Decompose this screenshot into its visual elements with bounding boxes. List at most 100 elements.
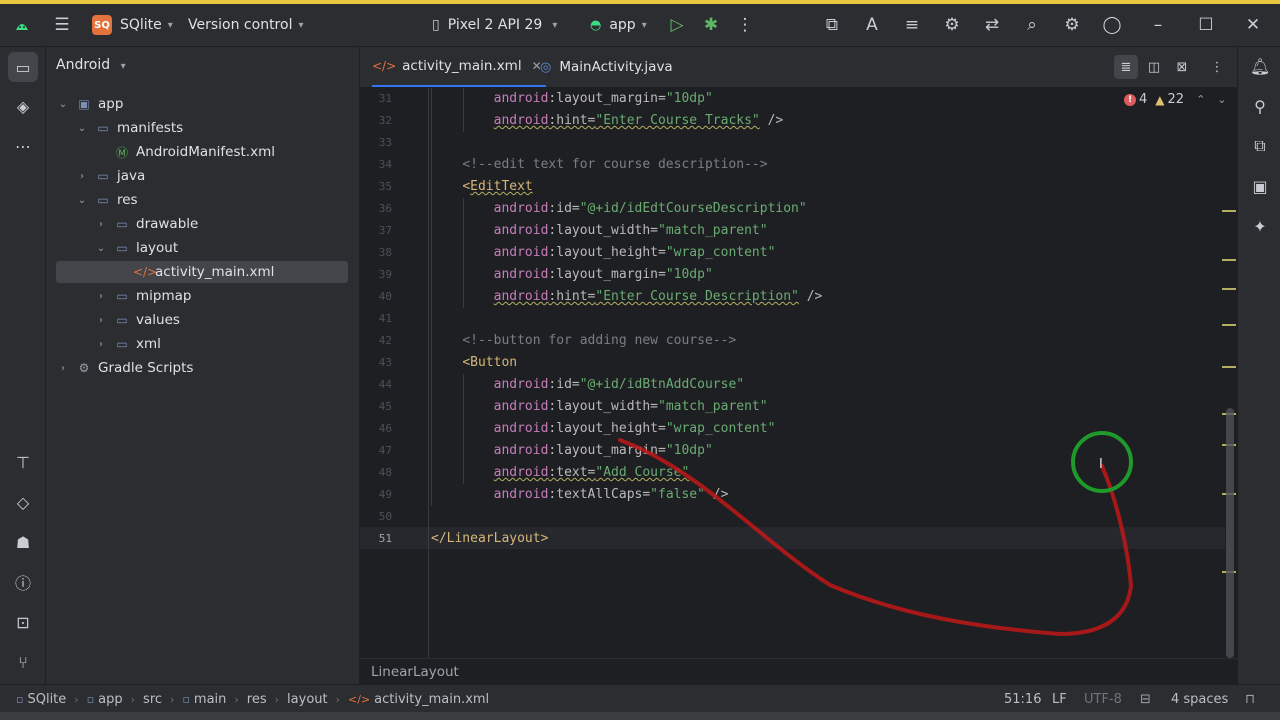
- sync-icon[interactable]: ≡: [896, 8, 928, 42]
- status-breadcrumb-item[interactable]: res: [247, 692, 267, 707]
- chevron-down-icon[interactable]: ⌄: [56, 99, 70, 110]
- design-view-icon[interactable]: ⊠: [1170, 55, 1194, 79]
- code-line[interactable]: <Button: [431, 352, 517, 374]
- indent-setting[interactable]: 4 spaces: [1171, 685, 1228, 713]
- running-devices-icon[interactable]: ▣: [1245, 171, 1275, 201]
- tab-main-activity[interactable]: ◎ MainActivity.java: [540, 47, 673, 87]
- editor-scrollbar[interactable]: [1226, 408, 1234, 658]
- code-line[interactable]: android:layout_margin="10dp": [431, 440, 713, 462]
- code-line[interactable]: android:textAllCaps="false" />: [431, 484, 729, 506]
- minimize-icon[interactable]: –: [1142, 8, 1174, 42]
- tree-item[interactable]: › ⚙ Gradle Scripts: [56, 357, 348, 379]
- chevron-right-icon[interactable]: ›: [94, 219, 108, 230]
- next-highlight-icon[interactable]: ⌄: [1217, 93, 1226, 106]
- run-config-selector[interactable]: ◓ app ▾: [590, 4, 647, 46]
- maximize-icon[interactable]: ☐: [1190, 8, 1222, 42]
- code-line[interactable]: android:layout_margin="10dp": [431, 264, 713, 286]
- code-view-icon[interactable]: ≣: [1114, 55, 1138, 79]
- gradle-panel-icon[interactable]: ⚲: [1245, 91, 1275, 121]
- tree-item[interactable]: </> activity_main.xml: [56, 261, 348, 283]
- tab-activity-main[interactable]: </> activity_main.xml ✕: [372, 47, 546, 87]
- main-menu-icon[interactable]: ☰: [46, 8, 78, 42]
- tree-item[interactable]: › ▭ values: [56, 309, 348, 331]
- tree-item[interactable]: ⌄ ▭ res: [56, 189, 348, 211]
- logcat-icon[interactable]: ☗: [8, 527, 38, 557]
- resource-manager-icon[interactable]: ◈: [8, 91, 38, 121]
- chevron-down-icon[interactable]: ⌄: [75, 123, 89, 134]
- build-icon[interactable]: ⊤: [8, 447, 38, 477]
- code-line[interactable]: android:hint="Enter Course Description" …: [431, 286, 823, 308]
- close-icon[interactable]: ✕: [1237, 8, 1269, 42]
- debug-icon[interactable]: ✱: [695, 8, 727, 42]
- tree-item[interactable]: › ▭ xml: [56, 333, 348, 355]
- status-breadcrumb-item[interactable]: </> activity_main.xml: [348, 692, 489, 707]
- code-line[interactable]: android:hint="Enter Course Tracks" />: [431, 110, 784, 132]
- run-icon[interactable]: ▷: [661, 8, 693, 42]
- tree-item[interactable]: › ▭ drawable: [56, 213, 348, 235]
- account-icon[interactable]: ◯: [1096, 8, 1128, 42]
- lock-icon[interactable]: ⊓: [1245, 685, 1255, 713]
- tree-item[interactable]: ⌄ ▣ app: [56, 93, 348, 115]
- chevron-down-icon[interactable]: ⌄: [94, 243, 108, 254]
- chevron-right-icon[interactable]: ›: [75, 171, 89, 182]
- gemini-icon[interactable]: ✦: [1245, 211, 1275, 241]
- device-selector[interactable]: ▯ Pixel 2 API 29 ▾: [432, 4, 557, 46]
- code-line[interactable]: android:id="@+id/idEdtCourseDescription": [431, 198, 807, 220]
- editor-breadcrumb[interactable]: LinearLayout: [371, 664, 459, 680]
- status-breadcrumb-item[interactable]: src: [143, 692, 162, 707]
- status-breadcrumb-item[interactable]: layout: [287, 692, 328, 707]
- split-view-icon[interactable]: ◫: [1142, 55, 1166, 79]
- code-line[interactable]: </LinearLayout>: [431, 528, 548, 550]
- translate-icon[interactable]: A: [856, 8, 888, 42]
- previous-highlight-icon[interactable]: ⌃: [1196, 93, 1205, 106]
- inspection-widget[interactable]: ! 4 ▲ 22 ⌃ ⌄: [1124, 92, 1227, 107]
- project-view-selector[interactable]: Android ▾: [56, 57, 126, 73]
- code-line[interactable]: android:layout_width="match_parent": [431, 396, 768, 418]
- device-explorer-icon[interactable]: ⧉: [1245, 131, 1275, 161]
- vcs-selector[interactable]: Version control ▾: [188, 4, 304, 46]
- terminal-icon[interactable]: ⊡: [8, 607, 38, 637]
- tree-item[interactable]: ⌄ ▭ manifests: [56, 117, 348, 139]
- tree-item[interactable]: ⌄ ▭ layout: [56, 237, 348, 259]
- project-selector[interactable]: SQ SQlite ▾: [92, 4, 173, 46]
- sdk-manager-icon[interactable]: ⇄: [976, 8, 1008, 42]
- app-quality-icon[interactable]: ◇: [8, 487, 38, 517]
- file-encoding[interactable]: UTF-8: [1084, 685, 1122, 713]
- readonly-toggle-icon[interactable]: ⊟: [1140, 685, 1151, 713]
- tree-item[interactable]: › ▭ mipmap: [56, 285, 348, 307]
- code-line[interactable]: android:layout_height="wrap_content": [431, 242, 776, 264]
- tree-item[interactable]: Ⓜ AndroidManifest.xml: [56, 141, 348, 163]
- warning-marker[interactable]: [1222, 324, 1236, 326]
- more-actions-icon[interactable]: ⋮: [729, 8, 761, 42]
- code-line[interactable]: android:layout_width="match_parent": [431, 220, 768, 242]
- chevron-right-icon[interactable]: ›: [94, 315, 108, 326]
- notifications-icon[interactable]: 🔔︎: [1245, 51, 1275, 81]
- status-breadcrumb-item[interactable]: ▫ app: [87, 692, 123, 707]
- code-line[interactable]: android:layout_margin="10dp": [431, 88, 713, 110]
- code-editor[interactable]: 31 32 33 34 35 36 37 38 39 40 41 42 43 44 45 46 47 48 49 50…: [360, 88, 1237, 658]
- more-tools-icon[interactable]: ⋯: [8, 131, 38, 161]
- caret-position[interactable]: 51:16: [1004, 685, 1041, 713]
- warning-marker[interactable]: [1222, 259, 1236, 261]
- code-line[interactable]: <!--edit text for course description-->: [431, 154, 767, 176]
- git-icon[interactable]: ⑂: [8, 647, 38, 677]
- problems-icon[interactable]: ⓘ: [8, 567, 38, 597]
- warning-marker[interactable]: [1222, 210, 1236, 212]
- status-breadcrumb-item[interactable]: ▫ SQlite: [16, 692, 66, 707]
- project-folder-icon[interactable]: ▭: [8, 52, 38, 82]
- tab-options-icon[interactable]: ⋮: [1205, 55, 1229, 79]
- gradle-icon[interactable]: ⚙: [936, 8, 968, 42]
- warning-marker[interactable]: [1222, 366, 1236, 368]
- code-line[interactable]: android:text="Add Course": [431, 462, 690, 484]
- chevron-right-icon[interactable]: ›: [94, 339, 108, 350]
- chevron-down-icon[interactable]: ⌄: [75, 195, 89, 206]
- search-icon[interactable]: ⌕: [1016, 8, 1048, 42]
- device-manager-icon[interactable]: ⧉: [816, 8, 848, 42]
- warning-marker[interactable]: [1222, 288, 1236, 290]
- chevron-right-icon[interactable]: ›: [56, 363, 70, 374]
- tree-item[interactable]: › ▭ java: [56, 165, 348, 187]
- code-line[interactable]: <EditText: [431, 176, 532, 198]
- code-line[interactable]: android:id="@+id/idBtnAddCourse": [431, 374, 744, 396]
- code-line[interactable]: <!--button for adding new course-->: [431, 330, 736, 352]
- settings-icon[interactable]: ⚙: [1056, 8, 1088, 42]
